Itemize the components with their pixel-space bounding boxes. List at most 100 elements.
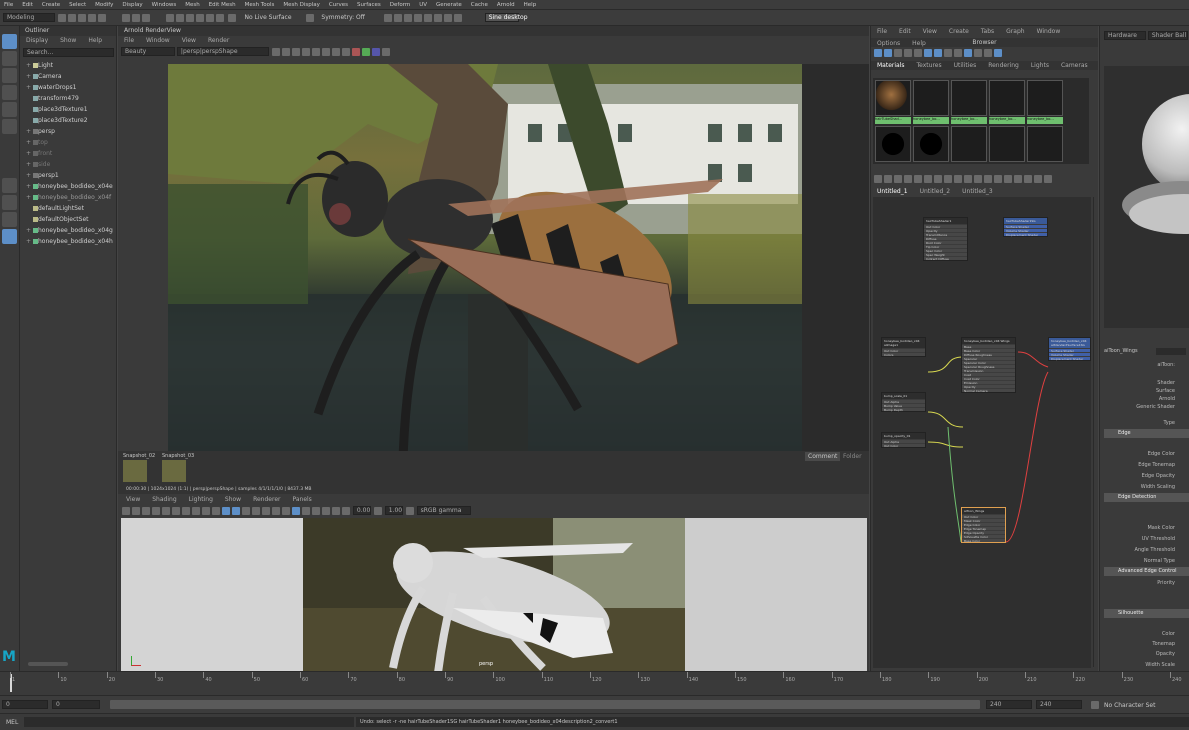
layout-two-icon[interactable] [2,212,17,227]
snap-live-icon[interactable] [215,13,224,22]
menu-item[interactable]: UV [419,0,427,10]
tree-item[interactable]: + persp [20,126,116,137]
hs-menu-graph[interactable]: Graph [1000,26,1030,38]
smooth-shade-icon[interactable] [232,506,240,515]
snapshot-thumb[interactable]: Snapshot_03 [162,453,198,489]
swatch[interactable] [913,80,949,116]
crop-icon[interactable] [291,47,300,56]
motion-blur-icon[interactable] [312,506,320,515]
tree-item[interactable]: + Camera [20,71,116,82]
camera-attr-icon[interactable] [132,506,140,515]
history-icon[interactable] [383,13,392,22]
graph-icon[interactable] [904,175,912,183]
select-tool-icon[interactable] [2,34,17,49]
graph-icon[interactable] [954,175,962,183]
aov-dropdown[interactable]: Beauty [121,47,175,56]
snapshot-thumb[interactable]: Snapshot_02 [123,453,159,489]
color-space-dropdown[interactable]: sRGB gamma [416,506,471,515]
browser-icon[interactable] [894,49,902,57]
graph-icon[interactable] [1024,175,1032,183]
rv-menu-file[interactable]: File [118,36,140,46]
layout-single-icon[interactable] [2,178,17,193]
bump-node[interactable]: bump_scale_01 Out Alpha Bump Value Bump De… [881,392,926,412]
toon-node[interactable]: aiToon_Wings Out Color Mask Color Edge Col… [961,507,1006,543]
range-slider[interactable] [110,700,980,709]
browser-icon[interactable] [954,49,962,57]
ao-icon[interactable] [282,506,290,515]
bookmark-icon[interactable] [142,506,150,515]
layout-persp-icon[interactable] [2,229,17,244]
gamma-icon[interactable] [373,506,382,515]
vp-menu-shading[interactable]: Shading [146,494,182,505]
tree-item[interactable]: + front [20,148,116,159]
browser-icon[interactable] [994,49,1002,57]
exposure-icon[interactable] [342,506,350,515]
lasso-tool-icon[interactable] [2,51,17,66]
render-view-icon[interactable] [433,13,442,22]
hypershade-scrollbar[interactable] [1093,197,1098,667]
browser-icon[interactable] [874,49,882,57]
shader-node[interactable]: hairTubeShader1 Out Color Opacity Transmit… [923,217,968,261]
red-channel-icon[interactable] [351,47,360,56]
outliner-menu-help[interactable]: Help [82,36,108,46]
hs-menu-window[interactable]: Window [1031,26,1067,38]
scale-tool-icon[interactable] [2,119,17,134]
tab-materials[interactable]: Materials [871,61,911,70]
graph-icon[interactable] [924,175,932,183]
tree-item[interactable]: + honeybee_bodideo_x04g [20,225,116,236]
menu-item[interactable]: Cache [471,0,488,10]
swatch[interactable] [951,80,987,116]
render-frame-icon[interactable] [393,13,402,22]
color-icon[interactable] [311,47,320,56]
time-slider[interactable]: 1 10 20 30 40 50 60 70 80 90 100 110 120 130 140 150 160… [0,671,1189,695]
symmetry-dropdown[interactable]: Symmetry: Off [321,14,364,21]
camera-dropdown[interactable]: |persp|perspShape [176,47,269,56]
browser-icon[interactable] [984,49,992,57]
tab-rendering[interactable]: Rendering [982,61,1025,70]
graph-icon[interactable] [894,175,902,183]
tree-item[interactable]: defaultObjectSet [20,214,116,225]
channel-icon[interactable] [341,47,350,56]
settings-icon[interactable] [381,47,390,56]
graph-icon[interactable] [1004,175,1012,183]
graph-tab[interactable]: Untitled_1 [871,187,914,196]
browser-icon[interactable] [964,49,972,57]
browser-icon[interactable] [904,49,912,57]
swatch[interactable] [1027,126,1063,162]
snap-view-icon[interactable] [195,13,204,22]
hs-menu-file[interactable]: File [871,26,893,38]
move-tool-icon[interactable] [2,85,17,100]
lock-icon[interactable] [331,47,340,56]
tree-item[interactable]: place3dTexture1 [20,104,116,115]
select-object-icon[interactable] [131,13,140,22]
start-frame-field[interactable]: 0 [2,700,48,709]
film-gate-icon[interactable] [172,506,180,515]
depth-icon[interactable] [332,506,340,515]
node-graph-canvas[interactable]: hairTubeShader1 Out Color Opacity Transmit… [873,197,1091,668]
save-scene-icon[interactable] [77,13,86,22]
tree-item[interactable]: place3dTexture2 [20,115,116,126]
graph-icon[interactable] [1034,175,1042,183]
menu-item[interactable]: Mesh Display [283,0,320,10]
menu-item[interactable]: Deform [390,0,410,10]
refresh-icon[interactable] [281,47,290,56]
snap-grid-icon[interactable] [165,13,174,22]
swatch[interactable] [989,80,1025,116]
render-image[interactable] [168,64,802,451]
swatch[interactable] [875,126,911,162]
hs-menu-view[interactable]: View [917,26,943,38]
menu-item[interactable]: Display [122,0,142,10]
resolution-gate-icon[interactable] [182,506,190,515]
end-frame-field[interactable]: 240 [1036,700,1082,709]
tab-lights[interactable]: Lights [1025,61,1055,70]
silhouette-section-header[interactable]: Silhouette [1104,609,1189,618]
tree-item[interactable]: + top [20,137,116,148]
hs-menu-tabs[interactable]: Tabs [975,26,1000,38]
material-viewer[interactable] [1104,66,1189,328]
rv-menu-view[interactable]: View [176,36,202,46]
graph-tab[interactable]: Untitled_2 [914,187,957,196]
grid-icon[interactable] [162,506,170,515]
hs-menu-edit[interactable]: Edit [893,26,917,38]
vp-menu-renderer[interactable]: Renderer [247,494,286,505]
rv-menu-render[interactable]: Render [202,36,235,46]
